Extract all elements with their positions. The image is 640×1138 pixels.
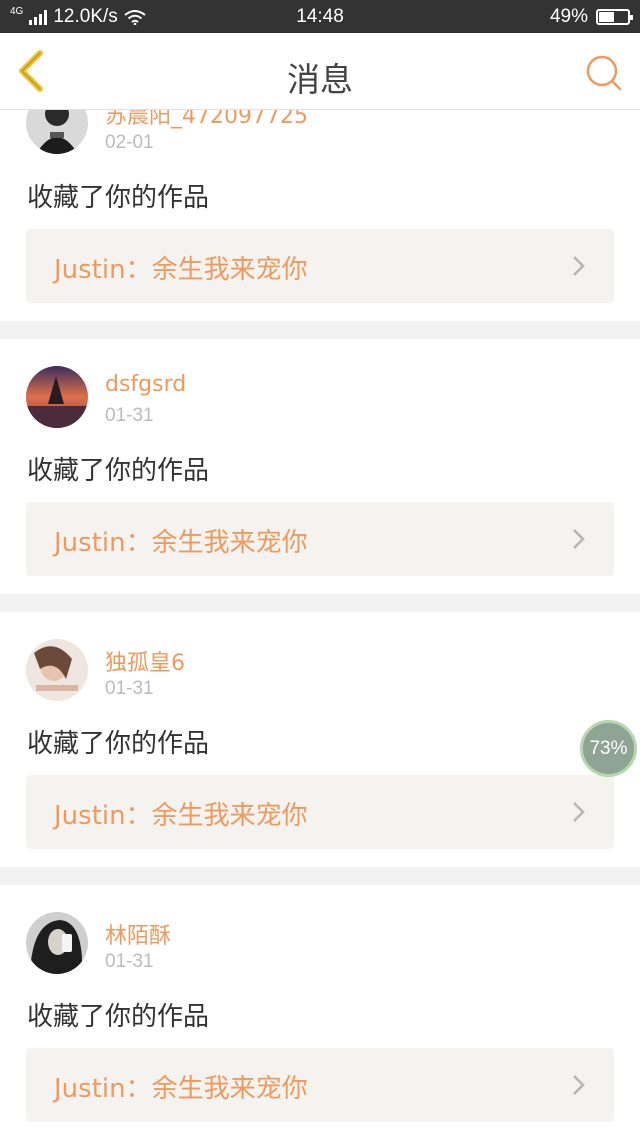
chevron-right-icon <box>573 529 585 549</box>
work-link[interactable]: Justin：余生我来宠你 <box>26 775 614 849</box>
work-title: Justin：余生我来宠你 <box>54 801 308 831</box>
username[interactable]: dsfgsrd <box>105 372 186 397</box>
work-link[interactable]: Justin：余生我来宠你 <box>26 1048 614 1122</box>
message-card: 苏晨阳_472097725 02-01 收藏了你的作品 Justin：余生我来宠… <box>0 90 640 321</box>
message-card: 林陌酥 01-31 收藏了你的作品 Justin：余生我来宠你 <box>0 885 640 1138</box>
work-link[interactable]: Justin：余生我来宠你 <box>26 229 614 303</box>
message-feed[interactable]: 苏晨阳_472097725 02-01 收藏了你的作品 Justin：余生我来宠… <box>0 0 640 1138</box>
action-text: 收藏了你的作品 <box>27 1002 210 1032</box>
action-text: 收藏了你的作品 <box>27 183 210 213</box>
work-link[interactable]: Justin：余生我来宠你 <box>26 502 614 576</box>
message-card: dsfgsrd 01-31 收藏了你的作品 Justin：余生我来宠你 <box>0 339 640 594</box>
message-date: 02-01 <box>105 132 154 153</box>
action-text: 收藏了你的作品 <box>27 729 210 759</box>
work-title: Justin：余生我来宠你 <box>54 255 308 285</box>
battery-percent: 49% <box>549 6 588 27</box>
avatar[interactable] <box>26 639 88 701</box>
chevron-right-icon <box>573 1075 585 1095</box>
message-card: 独孤皇6 01-31 收藏了你的作品 Justin：余生我来宠你 <box>0 612 640 867</box>
username[interactable]: 林陌酥 <box>105 918 171 950</box>
chevron-right-icon <box>573 802 585 822</box>
header-bar: 消息 <box>0 33 640 110</box>
work-title: Justin：余生我来宠你 <box>54 1074 308 1104</box>
page-title: 消息 <box>287 60 353 99</box>
message-date: 01-31 <box>105 678 154 699</box>
work-title: Justin：余生我来宠你 <box>54 528 308 558</box>
action-text: 收藏了你的作品 <box>27 456 210 486</box>
status-bar: 4G 12.0K/s 14:48 49% <box>0 0 640 33</box>
avatar[interactable] <box>26 912 88 974</box>
message-date: 01-31 <box>105 951 154 972</box>
clock: 14:48 <box>296 6 344 27</box>
progress-bubble[interactable]: 73% <box>580 720 637 777</box>
message-date: 01-31 <box>105 405 154 426</box>
username[interactable]: 独孤皇6 <box>105 645 185 677</box>
avatar[interactable] <box>26 366 88 428</box>
battery-icon <box>596 9 633 25</box>
chevron-right-icon <box>573 256 585 276</box>
search-icon[interactable] <box>584 53 624 93</box>
